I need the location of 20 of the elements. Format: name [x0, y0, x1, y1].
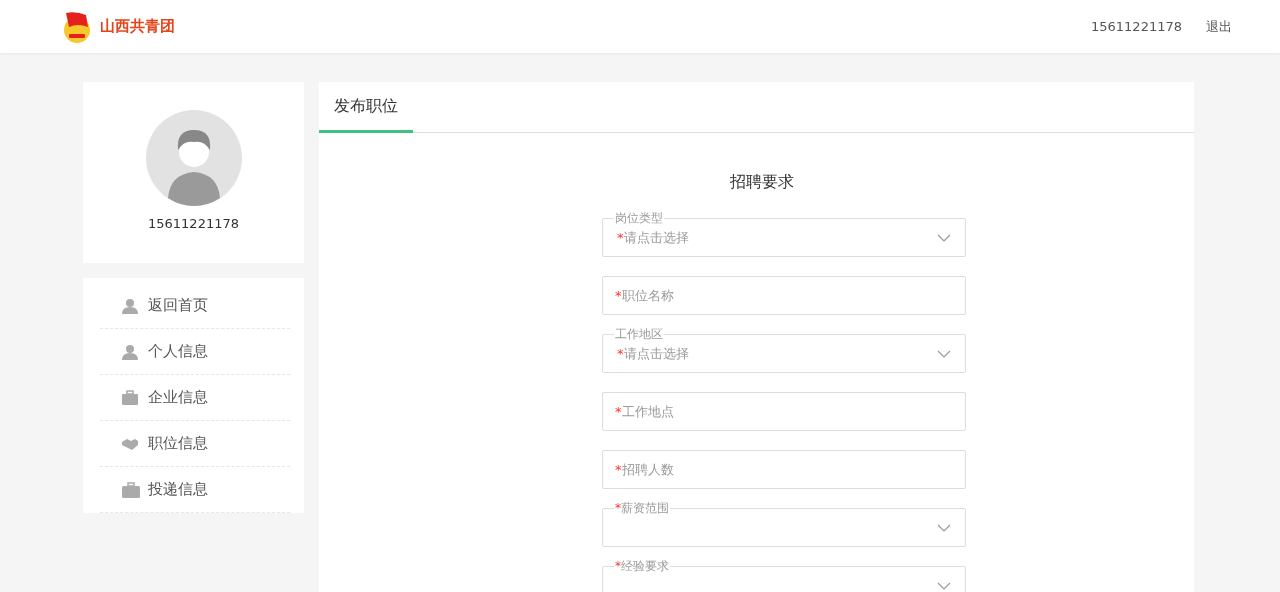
- text-field[interactable]: *工作地点: [602, 392, 966, 431]
- placeholder-text: *请点击选择: [617, 228, 689, 247]
- field-label: 岗位类型: [614, 212, 664, 224]
- menu-item[interactable]: 企业信息: [148, 386, 208, 409]
- logout-link[interactable]: 退出: [1206, 16, 1232, 37]
- menu-item[interactable]: 个人信息: [148, 340, 208, 363]
- field-label: 工作地区: [614, 328, 664, 340]
- user-name: 15611221178: [148, 215, 239, 233]
- user-phone[interactable]: 15611221178: [1091, 16, 1182, 37]
- text-field[interactable]: *招聘人数: [602, 450, 966, 489]
- menu-item[interactable]: 职位信息: [148, 432, 208, 455]
- placeholder-text: *请点击选择: [617, 344, 689, 363]
- field-label: *薪资范围: [614, 502, 670, 514]
- menu-item[interactable]: 返回首页: [148, 294, 208, 317]
- logo[interactable]: 山西共青团: [60, 8, 175, 45]
- form-title: 招聘要求: [729, 171, 794, 193]
- text-field[interactable]: *职位名称: [602, 276, 966, 315]
- menu-item[interactable]: 投递信息: [148, 478, 208, 501]
- field-label: *经验要求: [614, 560, 670, 572]
- tab[interactable]: 发布职位: [319, 82, 413, 133]
